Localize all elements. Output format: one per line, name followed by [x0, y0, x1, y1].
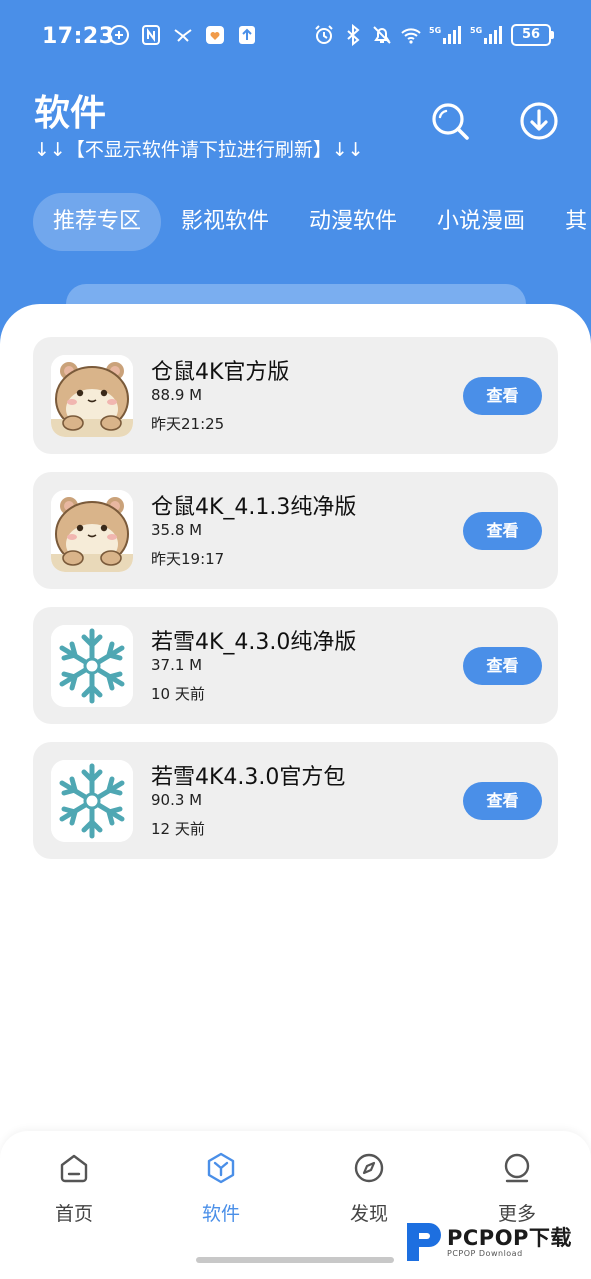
box-icon [207, 1152, 235, 1184]
page-title: 软件 [34, 93, 107, 134]
signal-5g-icon-2: 5G [470, 24, 504, 46]
svg-text:5G: 5G [429, 26, 441, 35]
user-icon [504, 1153, 530, 1183]
app-size: 35.8 M [151, 521, 203, 539]
snowflake-icon [51, 760, 133, 842]
search-icon [432, 103, 469, 140]
hamster-icon [51, 355, 133, 437]
game-notification-icon [172, 24, 194, 46]
list-item[interactable]: 若雪4K_4.3.0纯净版 37.1 M 10 天前 查看 [33, 607, 558, 724]
app-name: 仓鼠4K官方版 [151, 360, 290, 385]
app-name: 若雪4K_4.3.0纯净版 [151, 630, 357, 655]
nav-more[interactable]: 更多 [467, 1151, 567, 1226]
battery-indicator: 56 [511, 24, 554, 46]
upload-icon [236, 24, 258, 46]
tab-other[interactable]: 其 [545, 193, 591, 251]
shield-app-icon [204, 24, 226, 46]
app-name: 仓鼠4K_4.1.3纯净版 [151, 495, 357, 520]
view-button[interactable]: 查看 [463, 512, 542, 550]
app-updated-time: 昨天19:17 [151, 550, 225, 568]
snowflake-icon [51, 625, 133, 707]
view-button[interactable]: 查看 [463, 647, 542, 685]
compass-icon [354, 1153, 384, 1183]
watermark-subtext: PCPOP Download [447, 1248, 523, 1258]
search-button[interactable] [427, 98, 473, 144]
tab-novel-comics[interactable]: 小说漫画 [417, 193, 545, 251]
nav-software[interactable]: 软件 [171, 1151, 271, 1226]
download-button[interactable] [516, 98, 562, 144]
refresh-hint: ↓↓【不显示软件请下拉进行刷新】↓↓ [34, 139, 364, 161]
app-size: 37.1 M [151, 656, 203, 674]
home-indicator[interactable] [196, 1257, 394, 1263]
pcpop-logo-icon [407, 1223, 441, 1261]
tab-recommended[interactable]: 推荐专区 [33, 193, 162, 251]
signal-5g-icon: 5G [429, 24, 463, 46]
home-icon [60, 1154, 88, 1183]
status-bar: 17:23 5G 5G 56 [0, 20, 591, 56]
app-size: 88.9 M [151, 386, 203, 404]
bluetooth-icon [342, 24, 364, 46]
list-item[interactable]: 仓鼠4K_4.1.3纯净版 35.8 M 昨天19:17 查看 [33, 472, 558, 589]
alarm-icon [313, 24, 335, 46]
download-icon [520, 102, 558, 140]
tab-video-apps[interactable]: 影视软件 [161, 193, 289, 251]
app-size: 90.3 M [151, 791, 203, 809]
status-time: 17:23 [42, 24, 115, 49]
nav-discover[interactable]: 发现 [319, 1151, 419, 1226]
hamster-icon [51, 490, 133, 572]
view-button[interactable]: 查看 [463, 377, 542, 415]
nfc-icon [140, 24, 162, 46]
watermark: PCPOP下载 PCPOP Download [403, 1218, 588, 1266]
view-button[interactable]: 查看 [463, 782, 542, 820]
tab-anime-apps[interactable]: 动漫软件 [289, 193, 417, 251]
nav-home-label: 首页 [54, 1203, 93, 1225]
app-name: 若雪4K4.3.0官方包 [151, 765, 346, 790]
list-item[interactable]: 若雪4K4.3.0官方包 90.3 M 12 天前 查看 [33, 742, 558, 859]
mute-bell-icon [371, 24, 393, 46]
app-updated-time: 昨天21:25 [151, 415, 225, 433]
svg-text:5G: 5G [470, 26, 482, 35]
nav-home[interactable]: 首页 [24, 1151, 124, 1226]
watermark-text: PCPOP下载 [447, 1225, 572, 1250]
app-updated-time: 10 天前 [151, 685, 205, 703]
app-list: 仓鼠4K官方版 88.9 M 昨天21:25 查看 仓鼠4K_4.1.3纯净版 … [33, 337, 558, 877]
wifi-icon [400, 24, 422, 46]
nav-software-label: 软件 [201, 1203, 240, 1225]
app-updated-time: 12 天前 [151, 820, 205, 838]
category-tabs: 推荐专区 影视软件 动漫软件 小说漫画 其 [33, 193, 591, 251]
list-item[interactable]: 仓鼠4K官方版 88.9 M 昨天21:25 查看 [33, 337, 558, 454]
app-notification-icon [108, 24, 130, 46]
